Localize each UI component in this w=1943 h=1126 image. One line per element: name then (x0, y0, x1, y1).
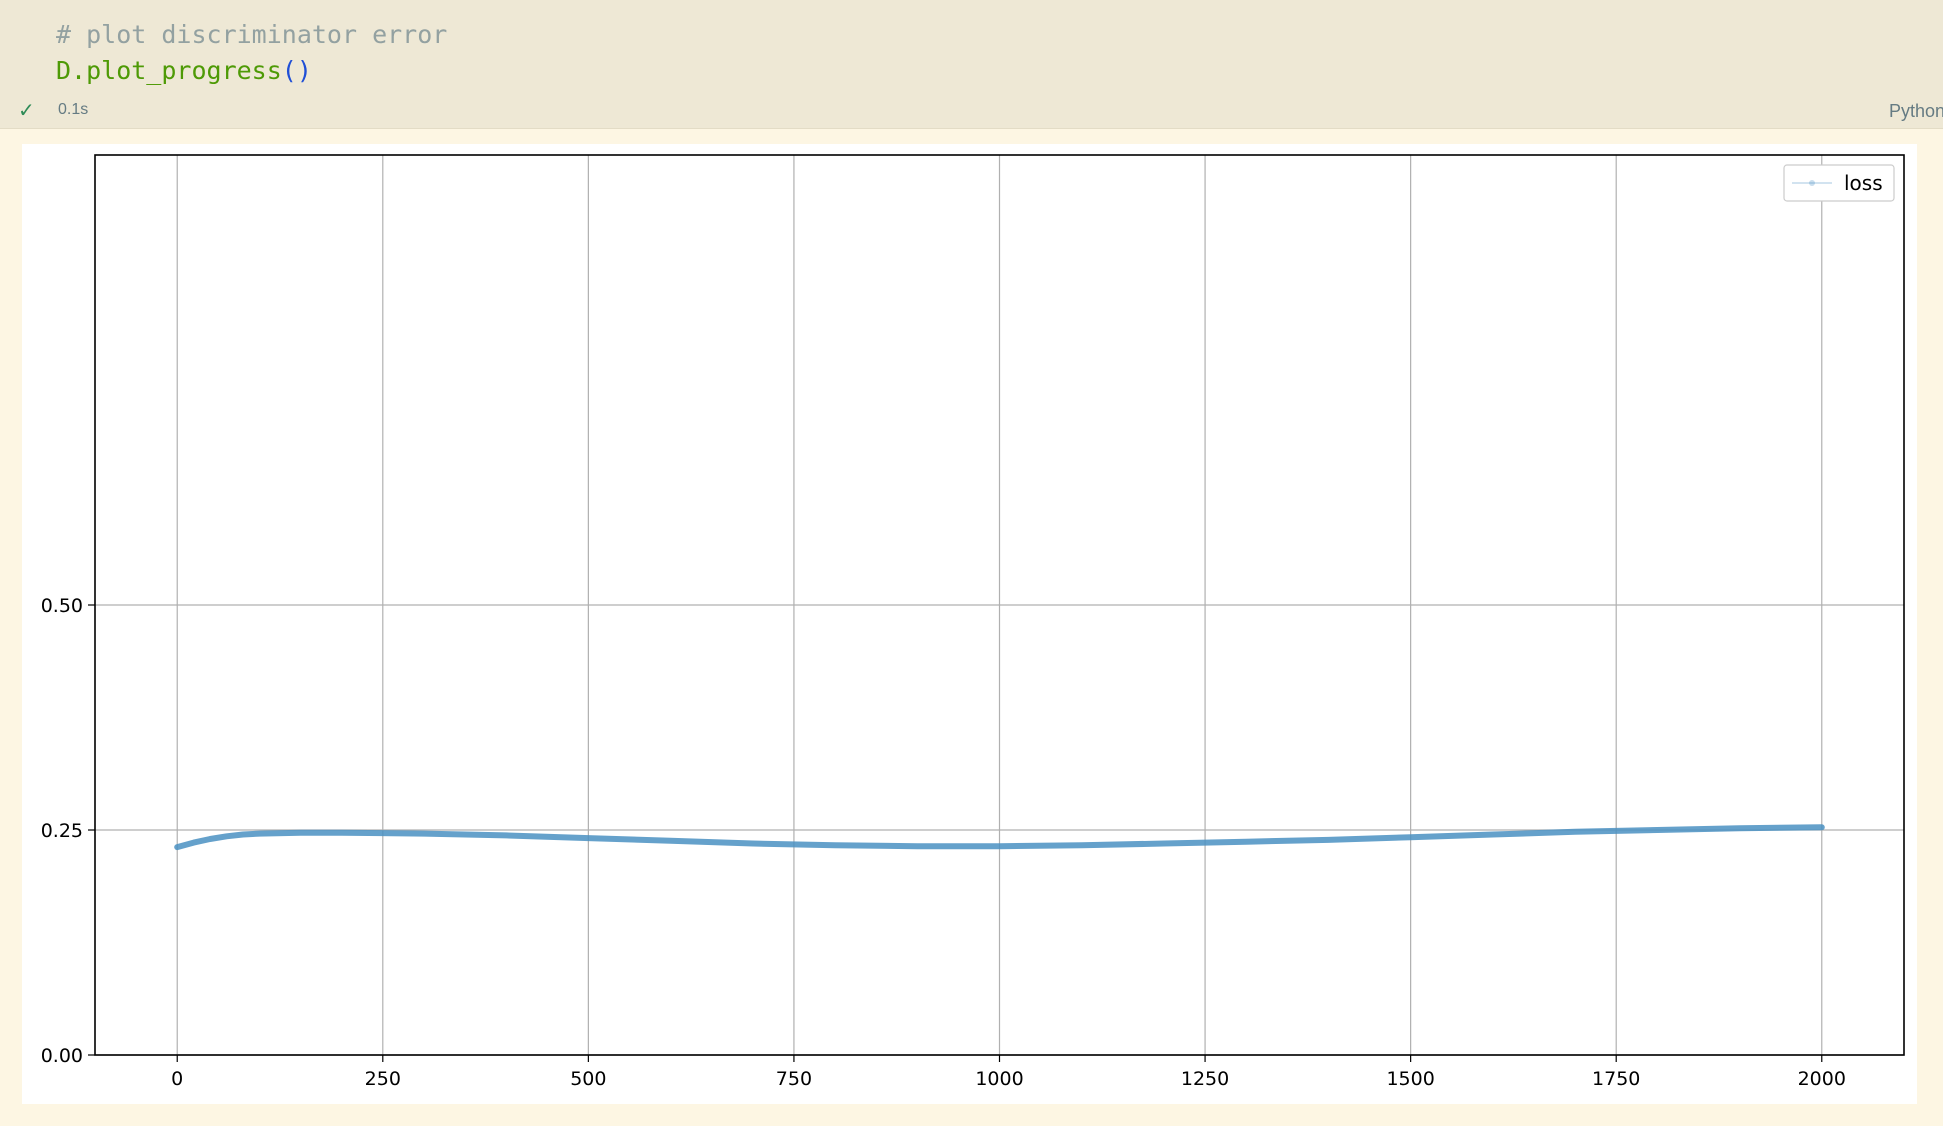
code-call-line: D.plot_progress() (56, 56, 312, 86)
check-icon: ✓ (18, 98, 35, 122)
execution-time: 0.1s (58, 101, 89, 118)
x-tick-label: 500 (570, 1068, 606, 1090)
code-call-name: D.plot_progress (56, 56, 282, 85)
loss-chart: 0 250 500 750 1000 1250 1500 1750 2000 0.00 0.25 0.… (41, 154, 1905, 1090)
ticks: 0 250 500 750 1000 1250 1500 1750 2000 0.00 0.25 0.… (41, 595, 1846, 1090)
x-tick-label: 2000 (1798, 1068, 1846, 1090)
x-tick-label: 750 (776, 1068, 812, 1090)
code-call-parens: () (281, 56, 312, 85)
y-tick-label: 0.25 (41, 820, 83, 842)
x-tick-label: 1750 (1592, 1068, 1640, 1090)
grid (95, 155, 1904, 1056)
y-tick-label: 0.00 (41, 1045, 83, 1067)
code-comment: # plot discriminator error (56, 20, 448, 49)
code-cell[interactable]: # plot discriminator error D.plot_progre… (0, 0, 1943, 129)
legend-label-loss: loss (1844, 171, 1883, 195)
legend: loss (1783, 164, 1895, 202)
y-tick-label: 0.50 (41, 595, 83, 617)
cell-output: 0 250 500 750 1000 1250 1500 1750 2000 0.00 0.25 0.… (22, 144, 1917, 1104)
x-tick-label: 1250 (1181, 1068, 1229, 1090)
x-tick-label: 1000 (975, 1068, 1023, 1090)
x-tick-label: 1500 (1386, 1068, 1434, 1090)
kernel-language[interactable]: Python (1889, 101, 1943, 122)
x-tick-label: 250 (365, 1068, 401, 1090)
x-tick-label: 0 (171, 1068, 183, 1090)
legend-marker (1809, 180, 1815, 186)
